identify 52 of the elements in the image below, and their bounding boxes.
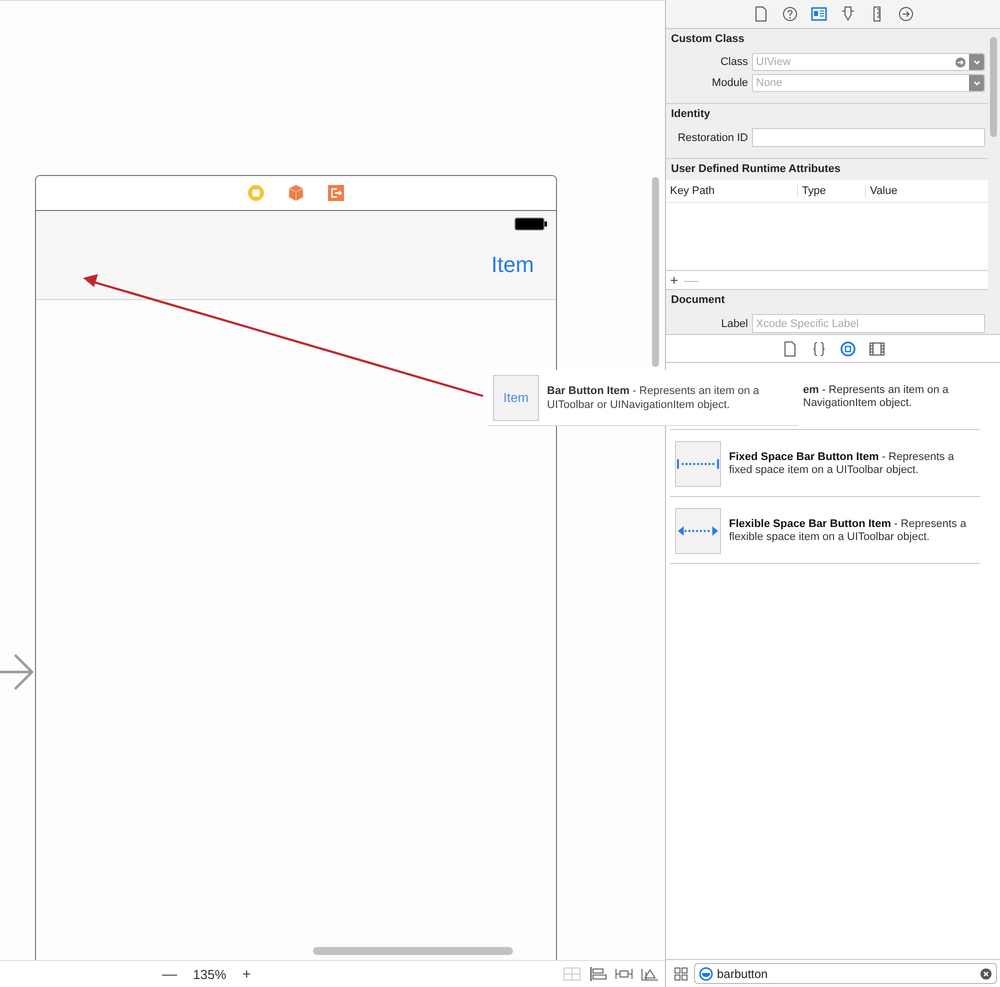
resolve-icon[interactable] xyxy=(641,967,659,981)
item-description: Flexible Space Bar Button Item - Represents a flexible space item on a UIToolbar object. xyxy=(729,518,968,544)
column-header[interactable]: Type xyxy=(798,185,866,197)
fixed-space-icon xyxy=(677,458,719,470)
item-tile: Item xyxy=(493,374,539,420)
item-description: Bar Button Item - Represents an item on a UIToolbar or UINavigationItem object. xyxy=(547,384,760,412)
file-icon xyxy=(752,6,768,22)
align-icon[interactable] xyxy=(589,967,607,981)
section-title: Document xyxy=(670,294,726,308)
field-label: Class xyxy=(719,56,748,68)
zoom-level: 135% xyxy=(193,966,226,982)
clear-icon[interactable] xyxy=(980,968,992,980)
battery-icon xyxy=(514,217,548,231)
filter-icon[interactable] xyxy=(699,966,713,980)
column-header[interactable]: Value xyxy=(866,185,988,197)
item-description: Fixed Space Bar Button Item - Represents a fixed space item on a UIToolbar object. xyxy=(729,451,955,477)
field-label: Restoration ID xyxy=(676,132,748,144)
media-icon xyxy=(868,340,884,356)
double-arrow-icon xyxy=(677,525,719,537)
snippet-icon xyxy=(810,340,826,356)
label-field[interactable]: Xcode Specific Label xyxy=(752,314,985,333)
search-field[interactable]: barbutton xyxy=(694,963,997,984)
section-title: Custom Class xyxy=(670,33,746,47)
arrow-circle-icon[interactable] xyxy=(955,56,966,68)
section-title: User Defined Runtime Attributes xyxy=(670,163,842,177)
field-label: Module xyxy=(710,77,748,89)
scroll-bar[interactable] xyxy=(990,37,997,137)
entry-point-arrow xyxy=(0,653,34,691)
grid-view-icon[interactable] xyxy=(674,966,688,980)
zoom-in-button[interactable]: + xyxy=(240,966,254,982)
exit-icon[interactable] xyxy=(327,184,345,202)
dropdown-chevron[interactable] xyxy=(969,75,984,91)
zoom-out-button[interactable]: — xyxy=(160,966,179,982)
object-library-tab[interactable] xyxy=(838,338,858,358)
fixed-space-tile[interactable] xyxy=(675,441,721,487)
field-label: Label xyxy=(720,318,748,330)
flexible-space-tile[interactable] xyxy=(675,508,721,554)
section-title: Identity xyxy=(670,108,712,122)
scroll-bar[interactable] xyxy=(652,177,659,367)
identity-icon xyxy=(810,6,826,22)
add-button[interactable]: + xyxy=(670,272,678,288)
column-header[interactable]: Key Path xyxy=(666,185,798,197)
connections-icon xyxy=(898,6,914,22)
restoration-id-field[interactable] xyxy=(752,128,985,147)
pin-icon[interactable] xyxy=(615,967,633,981)
file-icon xyxy=(782,340,798,356)
scroll-bar[interactable] xyxy=(313,947,513,955)
bar-button-item[interactable]: Item xyxy=(491,252,534,278)
help-icon xyxy=(782,6,798,22)
dropdown-chevron[interactable] xyxy=(969,54,984,70)
item-description: em - Represents an item on a NavigationItem object. xyxy=(803,384,950,410)
cube-icon[interactable] xyxy=(287,184,305,202)
